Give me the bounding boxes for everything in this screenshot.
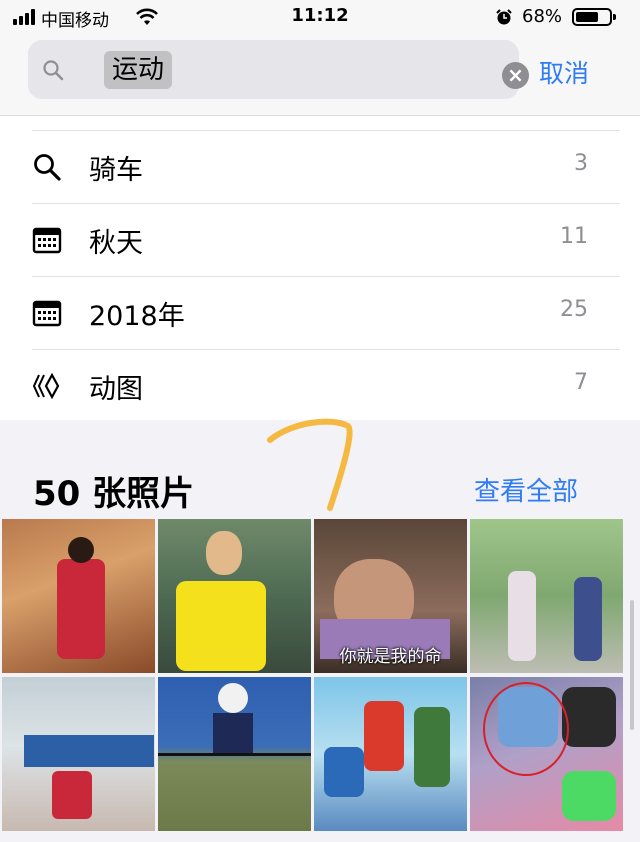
suggestion-row[interactable]: 秋天 11 (0, 203, 640, 276)
photo-thumbnail[interactable] (158, 677, 311, 831)
suggestion-label: 骑车 (89, 155, 143, 186)
battery-icon (572, 8, 616, 26)
calendar-icon (32, 300, 62, 327)
suggestion-label: 动图 (89, 374, 143, 405)
animated-icon (32, 372, 60, 400)
suggestion-count: 11 (560, 224, 588, 249)
suggestion-count: 3 (574, 151, 588, 176)
suggestion-label: 2018年 (89, 301, 185, 332)
battery-level-fill (576, 12, 598, 22)
photo-thumbnail[interactable] (470, 677, 623, 831)
suggestion-count: 25 (560, 297, 588, 322)
clear-circle-icon[interactable]: × (502, 62, 529, 89)
alarm-icon (496, 9, 512, 25)
battery-percentage: 68% (522, 6, 563, 27)
search-field[interactable]: 运动 × (28, 40, 529, 99)
see-all-button[interactable]: 查看全部 (474, 471, 578, 508)
search-icon (34, 154, 61, 181)
search-header: 运动 × 取消 (0, 34, 640, 116)
suggestion-row[interactable]: 骑车 3 (0, 130, 640, 203)
status-bar: 中国移动 11:12 68% (0, 0, 640, 34)
photo-caption: 你就是我的命 (339, 647, 442, 667)
scrollbar[interactable] (630, 600, 634, 730)
suggestion-count: 7 (574, 370, 588, 395)
photo-thumbnail[interactable] (314, 677, 467, 831)
photo-thumbnail[interactable] (2, 519, 155, 673)
photo-thumbnail[interactable]: 你就是我的命 (314, 519, 467, 673)
photo-thumbnail[interactable] (470, 519, 623, 673)
suggestion-list: 骑车 3 秋天 11 2018年 25 动图 7 (0, 130, 640, 422)
search-icon (43, 60, 64, 81)
calendar-icon (32, 227, 62, 254)
cancel-button[interactable]: 取消 (539, 54, 589, 90)
suggestion-row[interactable]: 2018年 25 (0, 276, 640, 349)
handwritten-scribble (267, 418, 353, 511)
photos-title: 50 张照片 (33, 474, 195, 514)
photo-thumbnail[interactable] (2, 677, 155, 831)
suggestion-label: 秋天 (89, 228, 143, 259)
search-token[interactable]: 运动 (104, 51, 173, 89)
photo-thumbnail[interactable] (158, 519, 311, 673)
